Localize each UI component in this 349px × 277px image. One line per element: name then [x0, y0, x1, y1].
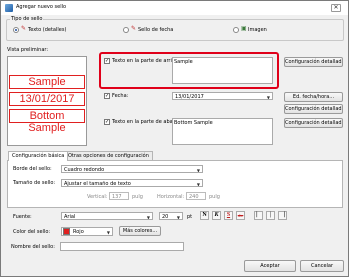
- add-stamp-dialog: Agregar nuevo sello ✕ Tipo de sello ✎ Te…: [0, 0, 349, 277]
- bottom-text-detail-button[interactable]: Configuración detallada...: [284, 118, 343, 128]
- bottom-text-checkbox[interactable]: ✓: [104, 119, 110, 125]
- font-size-select[interactable]: 20 ▼: [159, 212, 183, 220]
- color-value: Rojo: [73, 229, 84, 235]
- title-bar: Agregar nuevo sello ✕: [1, 1, 348, 15]
- bottom-text-input[interactable]: Bottom Sample: [172, 118, 273, 145]
- font-dropdown-arrow-icon: ▼: [146, 215, 150, 220]
- align-right-button[interactable]: ▕: [278, 211, 287, 220]
- size-value: Ajustar el tamaño de texto: [64, 181, 131, 187]
- preview-top-text: Sample: [9, 75, 85, 89]
- color-dropdown-arrow-icon: ▼: [106, 230, 110, 235]
- font-size-value: 20: [162, 214, 169, 220]
- app-icon: [5, 4, 13, 12]
- size-label: Tamaño de sello:: [13, 180, 56, 186]
- border-dropdown-arrow-icon: ▼: [196, 168, 200, 173]
- close-button[interactable]: ✕: [331, 4, 341, 12]
- radio-image-label[interactable]: Imagen: [248, 27, 267, 33]
- more-colors-button[interactable]: Más colores...: [119, 226, 161, 236]
- date-select[interactable]: 13/01/2017 ▼: [172, 92, 273, 100]
- preview-bottom-text: Bottom Sample: [9, 109, 85, 134]
- radio-image[interactable]: [233, 27, 239, 33]
- stamp-name-input[interactable]: [60, 242, 184, 251]
- top-text-highlight: [99, 52, 279, 89]
- color-label: Color del sello:: [13, 229, 51, 235]
- align-right-icon: ▕: [280, 213, 285, 218]
- align-center-icon: │: [268, 213, 273, 218]
- preview-date-text: 13/01/2017: [9, 92, 85, 106]
- underline-button[interactable]: S: [224, 211, 233, 220]
- date-dropdown-arrow-icon: ▼: [266, 95, 270, 100]
- date-detail-button[interactable]: Configuración detallada...: [284, 104, 343, 114]
- italic-button[interactable]: K: [212, 211, 221, 220]
- bold-button[interactable]: N: [200, 211, 209, 220]
- align-left-button[interactable]: ▏: [254, 211, 263, 220]
- image-stamp-icon: ▣: [241, 25, 247, 32]
- border-label: Borde del sello:: [13, 166, 52, 172]
- horizontal-input[interactable]: 240: [186, 192, 206, 200]
- border-value: Cuadro redondo: [64, 167, 105, 173]
- vertical-unit: pulg: [132, 194, 143, 200]
- horizontal-unit: pulg: [209, 194, 220, 200]
- radio-date-stamp-label[interactable]: Sello de fecha: [138, 27, 173, 33]
- date-checkbox[interactable]: ✓: [104, 93, 110, 99]
- text-stamp-icon: ✎: [21, 25, 27, 32]
- date-stamp-icon: ✎: [131, 25, 137, 32]
- align-center-button[interactable]: │: [266, 211, 275, 220]
- size-dropdown-arrow-icon: ▼: [196, 182, 200, 187]
- stamp-type-legend: Tipo de sello: [10, 16, 44, 22]
- edit-datetime-button[interactable]: Ed. fecha/hora...: [284, 92, 343, 102]
- tab-other-settings[interactable]: Otras opciones de configuración: [64, 151, 153, 160]
- date-value: 13/01/2017: [175, 94, 204, 100]
- color-swatch: [63, 228, 70, 235]
- font-size-unit: pt: [187, 214, 193, 220]
- top-text-detail-button[interactable]: Configuración detallada...: [284, 57, 343, 67]
- font-label: Fuente:: [13, 214, 32, 220]
- font-size-dropdown-arrow-icon: ▼: [176, 215, 180, 220]
- vertical-label: Vertical:: [87, 194, 108, 200]
- date-label: Fecha:: [112, 93, 129, 99]
- radio-text-details-label[interactable]: Texto (detalles): [28, 27, 66, 33]
- strikethrough-button[interactable]: abc: [236, 211, 245, 220]
- radio-text-details[interactable]: [13, 27, 19, 33]
- window-title: Agregar nuevo sello: [16, 4, 67, 10]
- preview-label: Vista preliminar:: [7, 47, 49, 53]
- cancel-button[interactable]: Cancelar: [300, 260, 344, 272]
- border-select[interactable]: Cuadro redondo ▼: [61, 165, 203, 173]
- font-select[interactable]: Arial ▼: [61, 212, 153, 220]
- bottom-text-label: Texto en la parte de abajo:: [112, 119, 179, 125]
- vertical-input[interactable]: 137: [109, 192, 129, 200]
- stamp-name-label: Nombre del sello:: [11, 244, 55, 250]
- align-left-icon: ▏: [256, 213, 261, 218]
- horizontal-label: Horizontal:: [157, 194, 185, 200]
- radio-date-stamp[interactable]: [123, 27, 129, 33]
- tab-basic-settings[interactable]: Configuración básica: [8, 151, 69, 161]
- font-value: Arial: [64, 214, 76, 220]
- size-select[interactable]: Ajustar el tamaño de texto ▼: [61, 179, 203, 187]
- ok-button[interactable]: Aceptar: [244, 260, 296, 272]
